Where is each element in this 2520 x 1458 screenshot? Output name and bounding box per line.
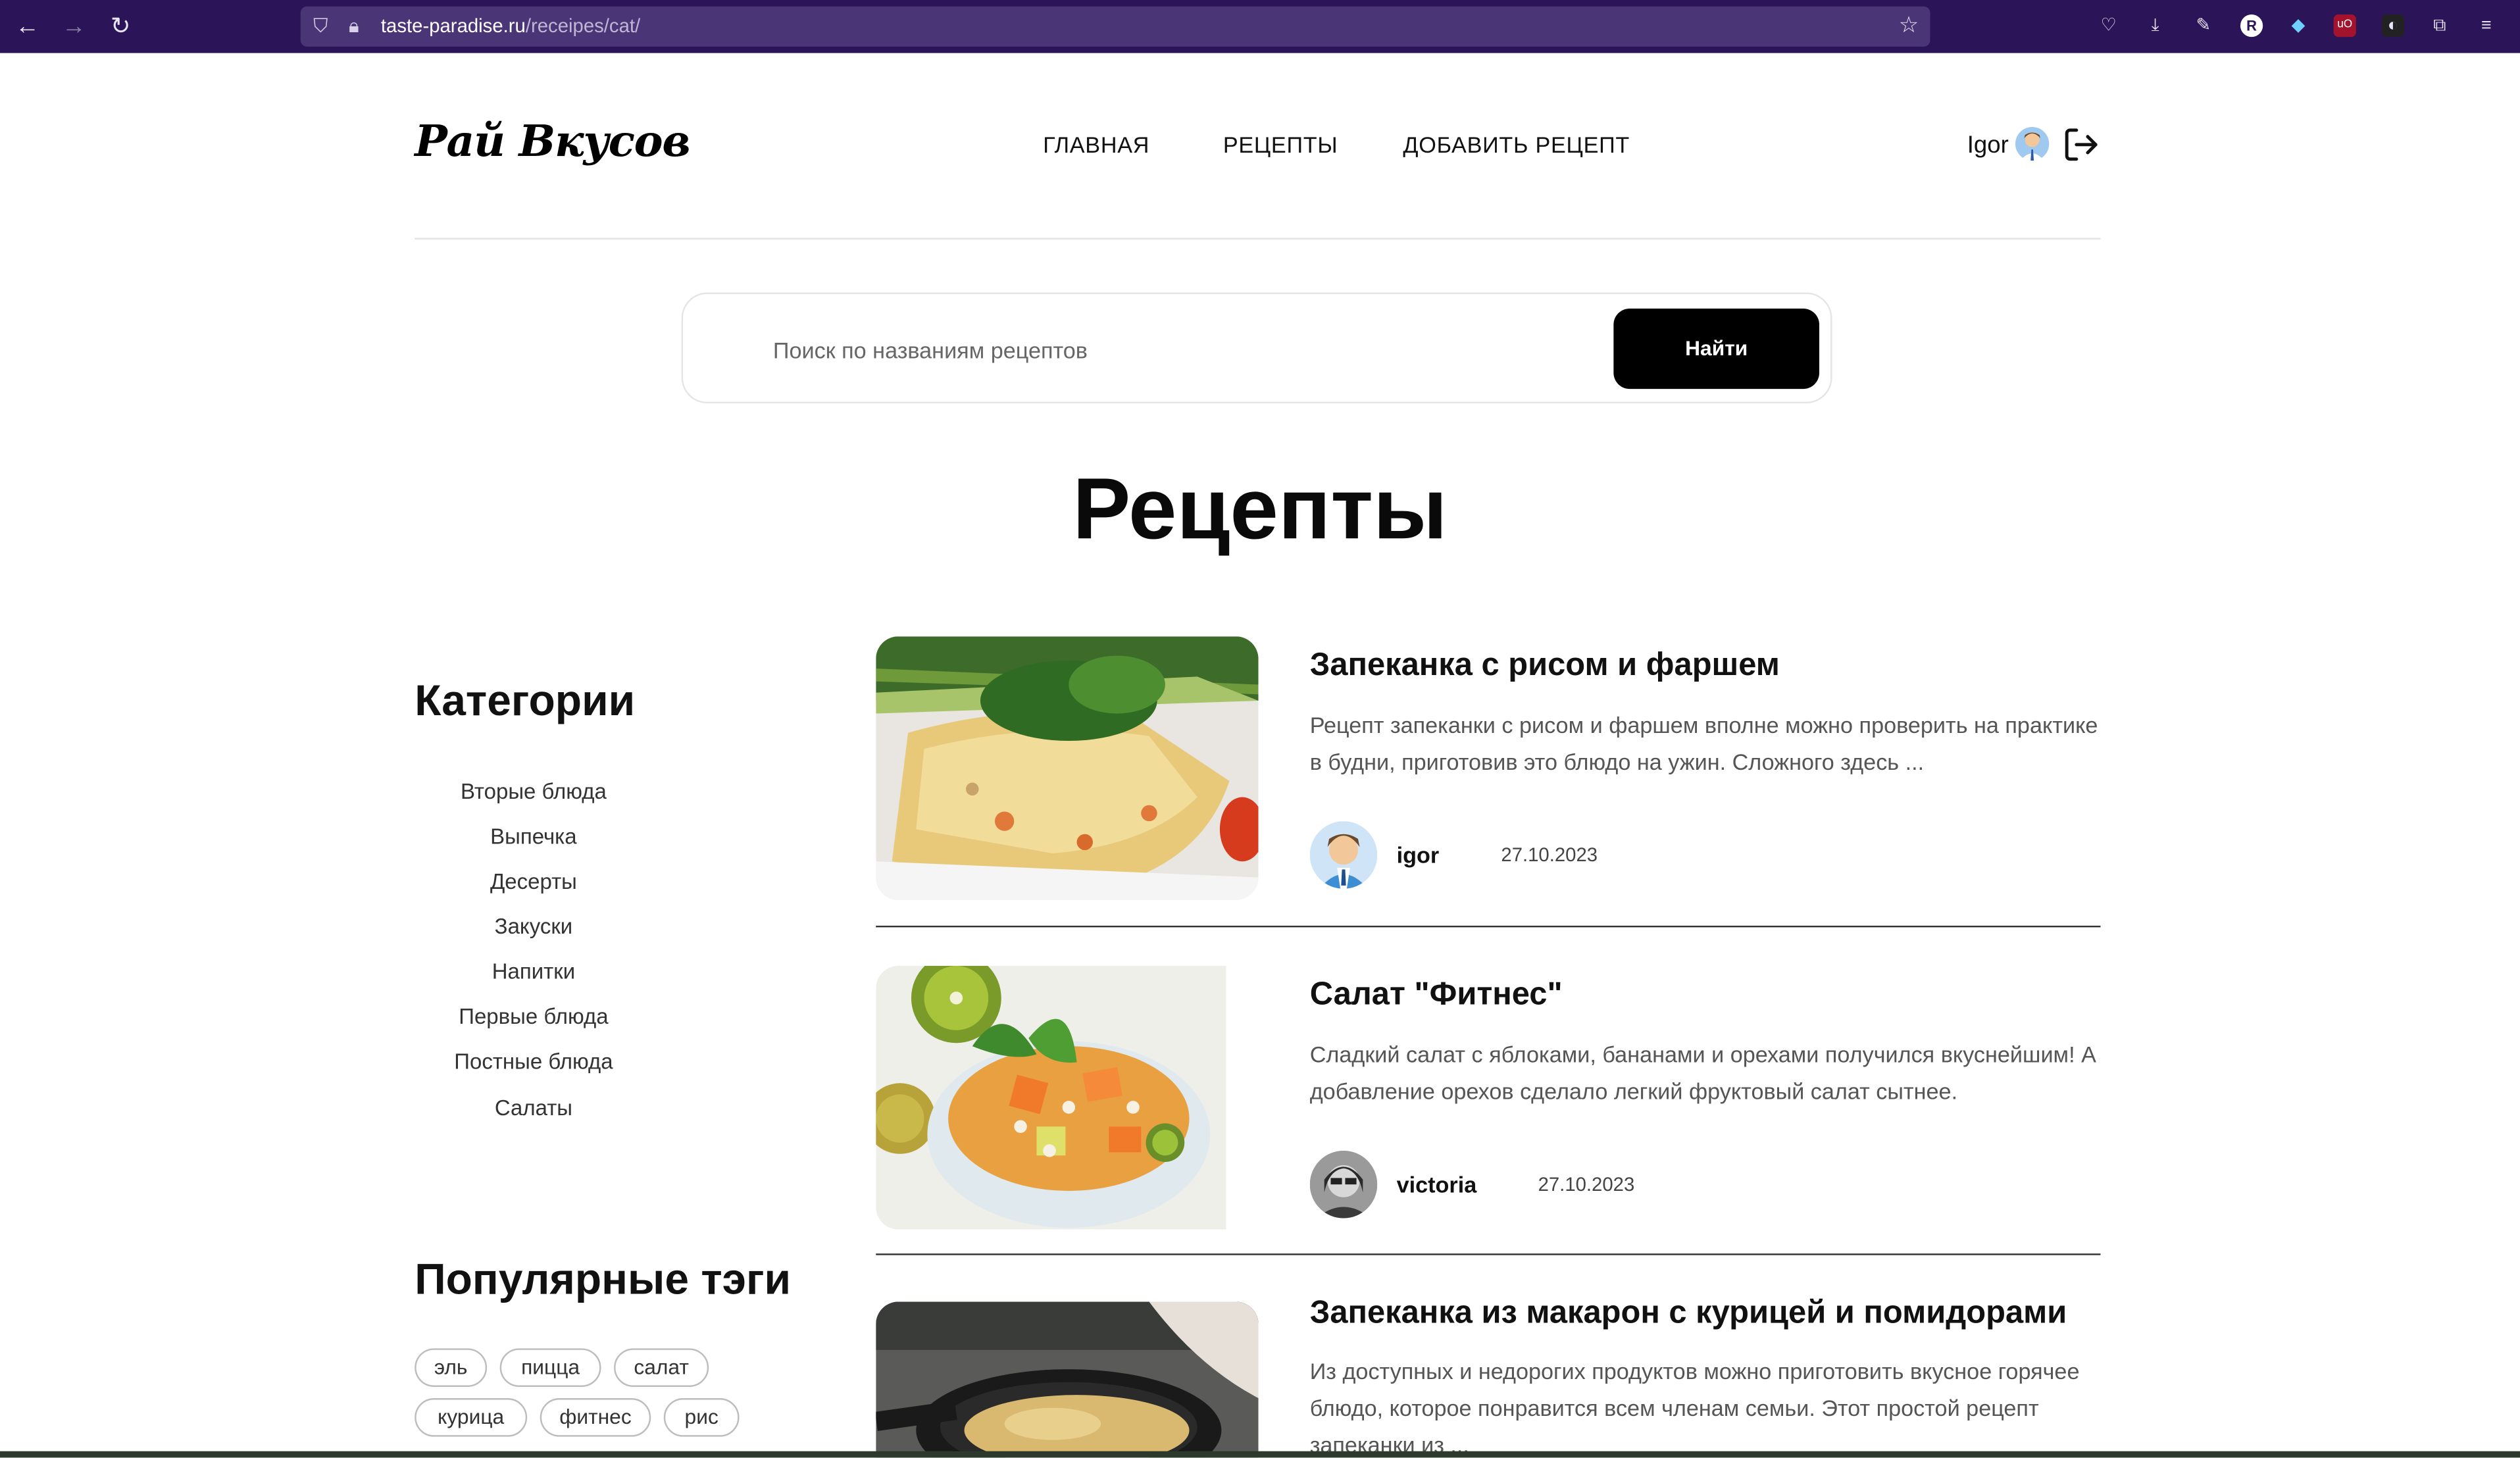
menu-icon[interactable]: ≡ (2475, 14, 2498, 37)
search-box: Найти (681, 292, 1832, 404)
lock-icon[interactable]: 🔒︎ (349, 13, 359, 41)
recipe-title[interactable]: Запеканка из макарон с курицей и помидор… (1310, 1295, 2067, 1332)
recipe-image[interactable] (876, 1301, 1259, 1458)
pocket-icon[interactable]: ♡ (2098, 14, 2120, 37)
recipe-divider (876, 925, 2101, 928)
tag-chip[interactable]: пицца (499, 1348, 601, 1387)
recipe-description: Рецепт запеканки с рисом и фаршем вполне… (1310, 707, 2101, 781)
search-input[interactable] (770, 326, 1580, 375)
tag-chip[interactable]: салат (614, 1348, 709, 1387)
recipe-image[interactable] (876, 636, 1259, 900)
nav-add-recipe[interactable]: ДОБАВИТЬ РЕЦЕПТ (1403, 132, 1630, 157)
category-link[interactable]: Десерты (415, 869, 653, 893)
recipe-description-line: блюдо, которое понравится всем членам се… (1309, 1395, 2039, 1421)
category-link[interactable]: Постные блюда (415, 1049, 653, 1074)
logout-icon[interactable] (2062, 126, 2101, 164)
url-host: taste-paradise.ru (380, 14, 526, 38)
site-logo[interactable]: Рай Вкусов (415, 117, 691, 167)
bookmark-star-icon[interactable]: ☆ (1899, 11, 1919, 39)
category-link[interactable]: Первые блюда (415, 1005, 653, 1029)
recipe-title[interactable]: Запеканка с рисом и фаршем (1310, 647, 1780, 684)
address-bar[interactable]: ⛉ 🔒︎ taste-paradise.ru/receipes/cat/ ☆ (300, 6, 1930, 47)
browser-toolbar: ← → ↻ ⛉ 🔒︎ taste-paradise.ru/receipes/ca… (0, 0, 2520, 53)
recipe-description: Из доступных и недорогих продуктов можно… (1309, 1353, 2101, 1457)
recipe-title[interactable]: Салат "Фитнес" (1310, 977, 1563, 1014)
tags-heading: Популярные тэги (415, 1255, 792, 1303)
downloads-icon[interactable]: ⤓ (2144, 14, 2166, 37)
tools-icon[interactable]: ✎ (2192, 14, 2215, 37)
extension-r-icon[interactable]: R (2240, 14, 2263, 38)
author-avatar[interactable] (1309, 1150, 1378, 1219)
username[interactable]: Igor (1967, 132, 2009, 159)
category-link[interactable]: Напитки (415, 959, 653, 984)
search-button[interactable]: Найти (1613, 308, 1820, 390)
category-link[interactable]: Закуски (415, 915, 653, 939)
header-divider (415, 238, 2101, 239)
tag-chip[interactable]: курица (415, 1398, 528, 1437)
shield-icon[interactable]: ⛉ (313, 13, 328, 41)
recipe-description-line: Рецепт запеканки с рисом и фаршем вполне… (1309, 712, 2098, 738)
author-name[interactable]: igor (1397, 842, 1440, 868)
recipe-date: 27.10.2023 (1538, 1173, 1635, 1196)
tag-chip[interactable]: рис (663, 1398, 740, 1437)
forward-icon[interactable]: → (59, 13, 88, 42)
recipe-divider (876, 1253, 2101, 1255)
back-icon[interactable]: ← (13, 13, 42, 42)
url-text[interactable]: taste-paradise.ru/receipes/cat/ (381, 13, 640, 41)
recipe-description-line: добавление орехов сделало легкий фруктов… (1309, 1078, 1958, 1105)
reload-icon[interactable]: ↻ (106, 13, 135, 42)
recipe-description-line: Из доступных и недорогих продуктов можно… (1309, 1357, 2080, 1384)
extension-gem-icon[interactable]: ◆ (2287, 14, 2309, 37)
user-avatar[interactable] (2015, 126, 2050, 161)
recipe-description: Сладкий салат с яблоками, бананами и оре… (1310, 1036, 2101, 1110)
tag-chip[interactable]: эль (415, 1348, 488, 1387)
extensions-puzzle-icon[interactable]: ⧉ (2429, 14, 2451, 37)
window-bottom-edge (0, 1451, 2520, 1458)
author-name[interactable]: victoria (1397, 1172, 1477, 1197)
nav-home[interactable]: ГЛАВНАЯ (1043, 132, 1149, 157)
categories-heading: Категории (415, 676, 636, 725)
recipe-description-line: в будни, приготовив это блюдо на ужин. С… (1309, 749, 1925, 775)
category-link[interactable]: Салаты (415, 1096, 653, 1120)
recipe-date: 27.10.2023 (1501, 843, 1598, 867)
ublock-icon[interactable]: uO (2333, 14, 2356, 38)
author-avatar[interactable] (1309, 821, 1378, 889)
recipe-image[interactable] (876, 966, 1226, 1230)
recipe-description-line: Сладкий салат с яблоками, бананами и оре… (1309, 1041, 2096, 1067)
tag-chip[interactable]: фитнес (540, 1398, 651, 1437)
category-link[interactable]: Выпечка (415, 824, 653, 849)
extension-dark-icon[interactable]: ◐ (2381, 14, 2405, 38)
page-title: Рецепты (1072, 461, 1448, 558)
url-path: /receipes/cat/ (525, 14, 641, 38)
nav-recipes[interactable]: РЕЦЕПТЫ (1223, 132, 1338, 157)
category-link[interactable]: Вторые блюда (415, 780, 653, 804)
